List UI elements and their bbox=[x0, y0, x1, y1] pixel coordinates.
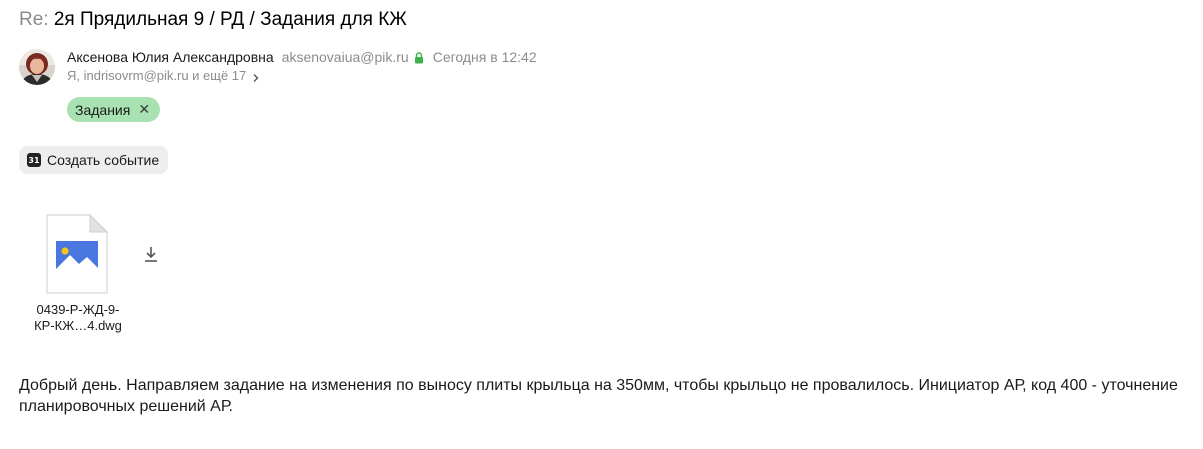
label-tag[interactable]: Задания ✕ bbox=[67, 97, 161, 122]
recipients-toggle[interactable]: Я, indrisovrm@pik.ru и ещё 17 bbox=[67, 68, 260, 83]
image-file-icon[interactable] bbox=[46, 213, 109, 294]
attachment-name-line1: 0439-Р-ЖД-9- bbox=[36, 302, 120, 317]
sender-email[interactable]: aksenovaiua@pik.ru bbox=[282, 49, 409, 65]
download-icon[interactable] bbox=[142, 244, 160, 264]
create-event-label: Создать событие bbox=[47, 152, 160, 168]
attachment-name-line2: КР-КЖ…4.dwg bbox=[34, 318, 122, 333]
sent-date: Сегодня в 12:42 bbox=[432, 49, 537, 65]
tag-label: Задания bbox=[75, 101, 131, 118]
email-subject: Re: 2я Прядильная 9 / РД / Задания для К… bbox=[19, 9, 407, 31]
subject-title: 2я Прядильная 9 / РД / Задания для КЖ bbox=[53, 9, 407, 30]
create-event-button[interactable]: 31 Создать событие bbox=[19, 146, 169, 174]
sender-avatar[interactable] bbox=[19, 49, 55, 85]
sender-name[interactable]: Аксенова Юлия Александровна bbox=[67, 49, 274, 65]
sender-line: Аксенова Юлия Александровна aksenovaiua@… bbox=[67, 49, 537, 65]
subject-prefix: Re: bbox=[19, 9, 49, 30]
calendar-icon: 31 bbox=[27, 153, 41, 167]
email-body: Добрый день. Направляем задание на измен… bbox=[19, 377, 1178, 415]
lock-icon bbox=[414, 51, 424, 64]
attachment-filename[interactable]: 0439-Р-ЖД-9- КР-КЖ…4.dwg bbox=[25, 302, 131, 334]
recipients-text: Я, indrisovrm@pik.ru и ещё 17 bbox=[67, 68, 247, 83]
chevron-right-icon bbox=[252, 71, 260, 82]
close-icon[interactable]: ✕ bbox=[138, 101, 150, 118]
